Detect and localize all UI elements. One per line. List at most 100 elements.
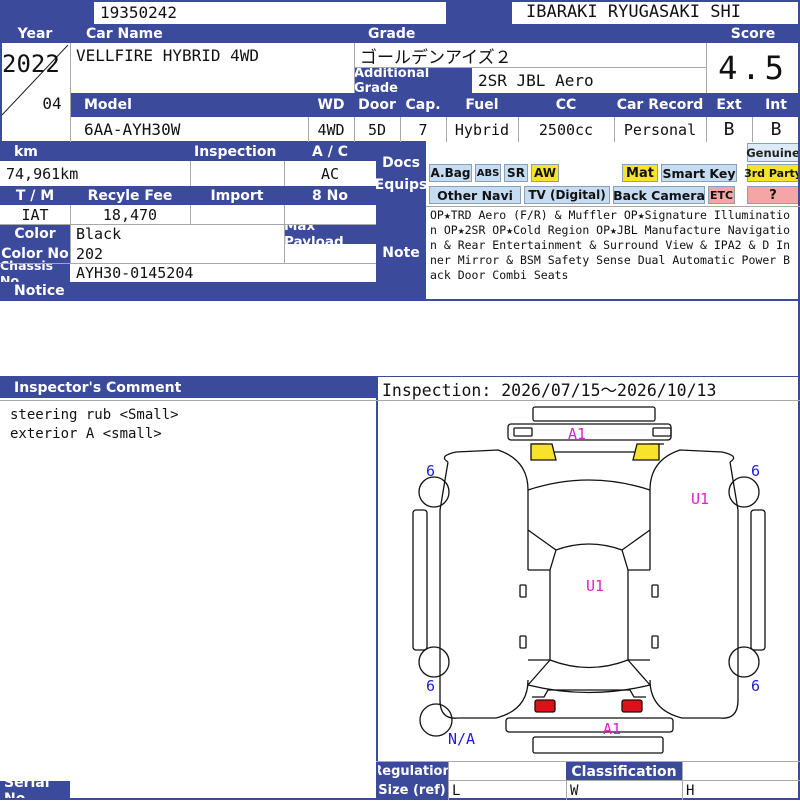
cap-label: Cap.	[400, 93, 446, 117]
model-value: 6AA-AYH30W	[84, 120, 181, 139]
back-camera-badge: Back Camera	[613, 186, 705, 204]
km-label: km	[0, 142, 190, 161]
front-light-right	[632, 443, 660, 461]
wheel-front-left	[418, 476, 450, 508]
right-side-body	[649, 520, 739, 719]
tire-rear-left: 6	[426, 677, 436, 695]
hood-line	[527, 479, 651, 491]
int-label: Int	[752, 93, 800, 117]
sr-badge: SR	[504, 164, 528, 182]
car-record-value: Personal	[623, 120, 697, 139]
score-value: 4.5	[718, 49, 788, 87]
other-navi-badge: Other Navi	[429, 186, 521, 204]
wheel-rear-right	[728, 646, 760, 678]
comment-line: exterior A <small>	[10, 426, 162, 442]
month-value: 04	[42, 93, 62, 113]
max-payload-label: Max Payload	[284, 218, 376, 250]
car-name-label: Car Name	[70, 24, 354, 43]
classification-label: Classification	[566, 762, 682, 781]
fuel-label: Fuel	[446, 93, 518, 117]
inspection-label: Inspection	[190, 142, 284, 161]
notice-label: Notice	[0, 282, 376, 300]
a-pillars	[527, 529, 651, 551]
damage-rear: A1	[603, 720, 622, 738]
ext-label: Ext	[706, 93, 752, 117]
inspectors-comment-label: Inspector's Comment	[0, 377, 376, 398]
chassis-no-value: AYH30-0145204	[76, 263, 194, 282]
regulation-label: Regulation	[372, 762, 452, 781]
eight-no-label: 8 No	[284, 186, 376, 205]
recycle-fee-label: Recyle Fee	[70, 186, 190, 205]
damage-map: A1 U1 U1 A1 6 6 6 6 N/A	[378, 400, 800, 762]
cc-value: 2500cc	[538, 120, 594, 139]
door-label: Door	[354, 93, 400, 117]
left-front-fender	[439, 449, 529, 570]
car-record-label: Car Record	[614, 93, 706, 117]
cc-label: CC	[518, 93, 614, 117]
smart-key-badge: Smart Key	[661, 164, 737, 182]
max-payload-value	[284, 244, 376, 263]
damage-roof: U1	[586, 577, 605, 595]
front-top-bar	[532, 406, 656, 422]
import-value	[190, 205, 284, 224]
wd-value: 4WD	[317, 120, 345, 139]
right-rear-handle	[651, 635, 659, 649]
inquiry-label	[0, 0, 94, 24]
right-front-fender	[649, 449, 739, 570]
rear-light-right	[621, 699, 643, 713]
year-box: 2022 04	[0, 43, 70, 117]
comment-line: steering rub <Small>	[10, 407, 179, 423]
left-side-body	[439, 520, 529, 719]
additional-grade-value: 2SR JBL Aero	[478, 71, 594, 90]
note-label: Note	[376, 206, 426, 300]
docs-equips-label: Docs Equips	[375, 142, 427, 206]
roof	[549, 543, 629, 669]
tire-front-right: 6	[751, 462, 761, 480]
tm-value: IAT	[21, 205, 49, 224]
tm-label: T / M	[0, 186, 70, 205]
aw-badge: AW	[531, 164, 559, 182]
inspection-period: Inspection: 2026/07/15～2026/10/13	[382, 381, 717, 400]
recycle-fee-value: 18,470	[102, 205, 158, 224]
abag-badge: A.Bag	[429, 164, 472, 182]
left-rocker	[412, 509, 428, 651]
wd-label: WD	[308, 93, 354, 117]
import-label: Import	[190, 186, 284, 205]
grade-label: Grade	[354, 24, 706, 43]
question-badge: ?	[747, 186, 799, 204]
rear-lower-bar	[532, 736, 664, 754]
comment-list: steering rub <Small> exterior A <small>	[10, 406, 370, 450]
third-party-badge: 3rd Party	[744, 164, 800, 182]
spare-tire-status: N/A	[448, 730, 476, 748]
left-front-handle	[519, 584, 527, 598]
fuel-value: Hybrid	[454, 120, 510, 139]
mat-badge: Mat	[622, 164, 658, 182]
inspection-value	[190, 161, 284, 186]
damage-front: A1	[568, 425, 587, 443]
wheel-front-right	[728, 476, 760, 508]
int-value: B	[770, 119, 782, 140]
left-rear-handle	[519, 635, 527, 649]
car-name-value: VELLFIRE HYBRID 4WD	[76, 46, 260, 65]
etc-badge: ETC	[708, 186, 735, 204]
rear-window-line	[527, 684, 651, 694]
c-pillars	[527, 659, 651, 686]
year-label: Year	[0, 24, 70, 43]
genuine-badge: Genuine	[746, 143, 800, 162]
abs-badge: ABS	[475, 164, 501, 182]
area-label	[446, 0, 512, 24]
right-front-handle	[651, 584, 659, 598]
grade-value: ゴールデンアイズ２	[360, 48, 512, 68]
inquiry-value: 19350242	[100, 2, 178, 22]
note-text: OP★TRD Aero (F/R) & Muffler OP★Signature…	[430, 208, 791, 282]
ac-label: A / C	[284, 142, 376, 161]
score-label: Score	[706, 24, 800, 43]
ext-value: B	[723, 119, 735, 140]
chassis-no-label: Chassis No	[0, 258, 70, 288]
wheel-rear-left	[418, 646, 450, 678]
right-rocker	[750, 509, 766, 651]
additional-grade-label: Additional Grade	[354, 66, 472, 96]
tire-rear-right: 6	[751, 677, 761, 695]
tire-front-left: 6	[426, 462, 436, 480]
km-value: 74,961km	[6, 164, 79, 183]
